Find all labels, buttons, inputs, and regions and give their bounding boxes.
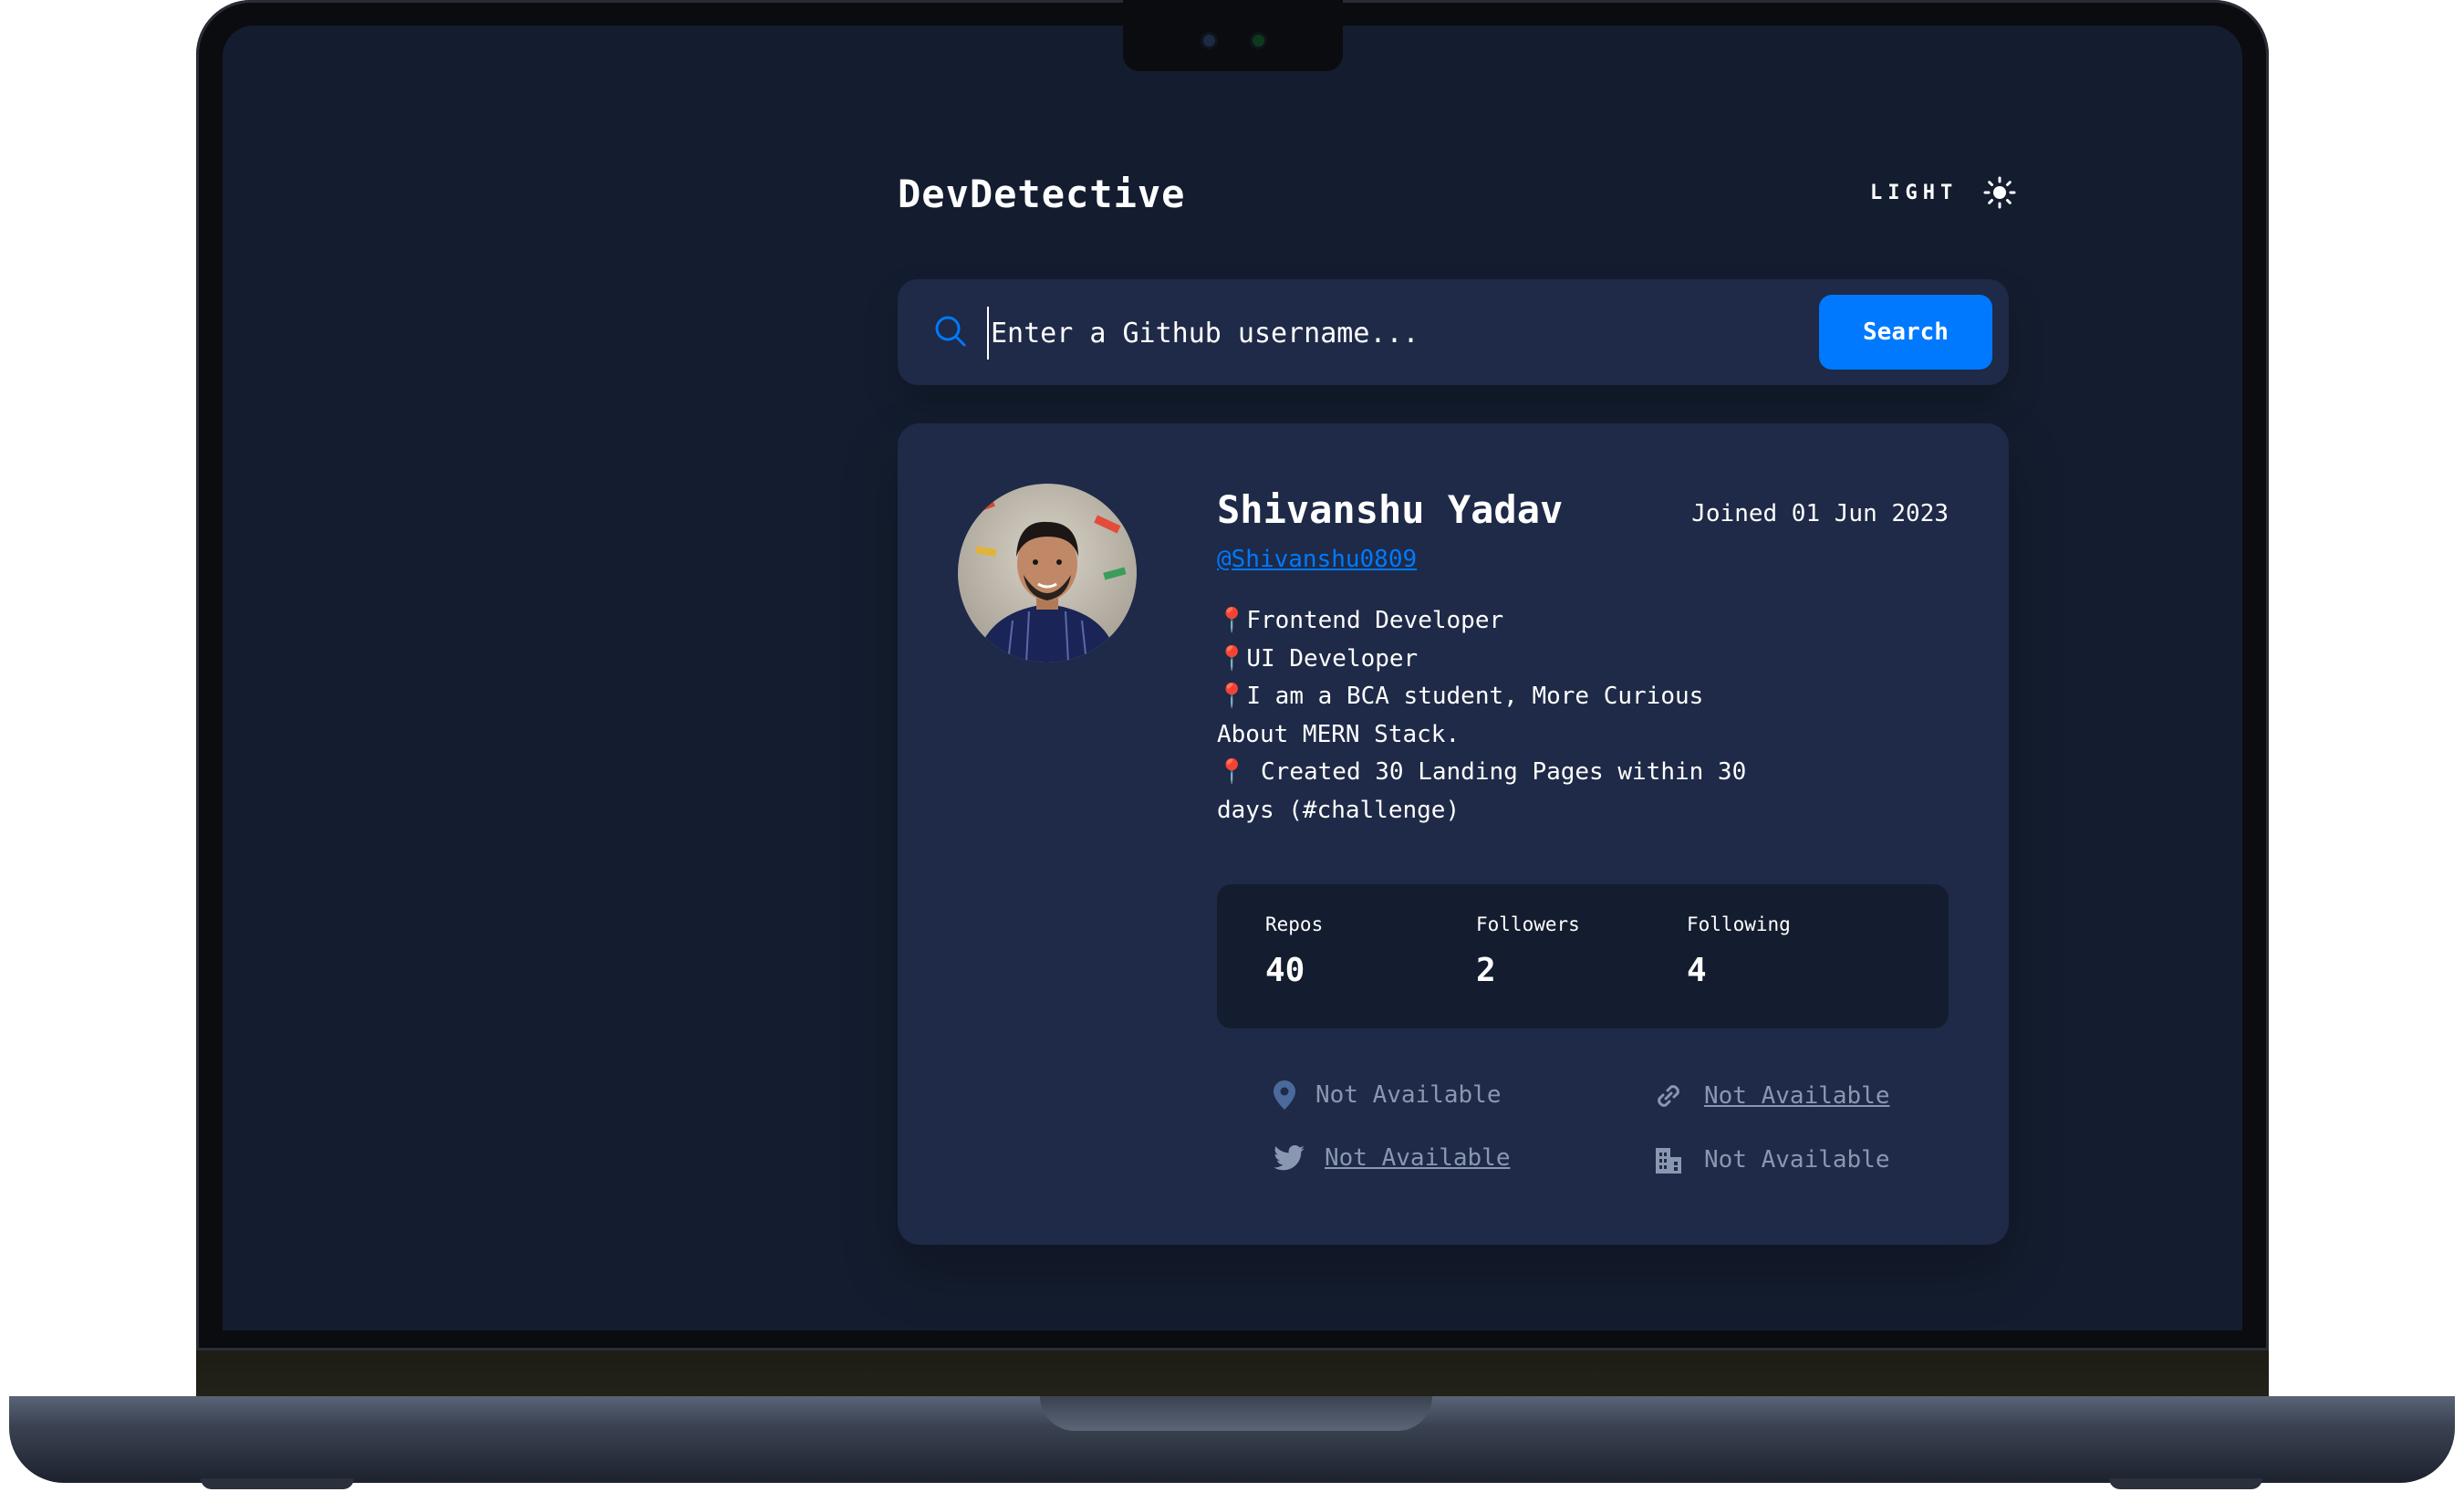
stat-label: Followers bbox=[1476, 913, 1580, 935]
twitter-icon bbox=[1274, 1145, 1305, 1171]
app-title: DevDetective bbox=[898, 172, 1186, 216]
profile-card: Shivanshu Yadav Joined 01 Jun 2023 @Shiv… bbox=[898, 423, 2009, 1245]
company-item: Not Available bbox=[1653, 1144, 1890, 1175]
twitter-item: Not Available bbox=[1274, 1144, 1511, 1172]
joined-date: Joined 01 Jun 2023 bbox=[1691, 500, 1949, 527]
twitter-link[interactable]: Not Available bbox=[1325, 1144, 1511, 1172]
stats-panel: Repos 40 Followers 2 Following 4 bbox=[1217, 884, 1949, 1028]
user-name: Shivanshu Yadav bbox=[1217, 487, 1564, 532]
camera-indicator bbox=[1253, 35, 1264, 47]
search-input[interactable] bbox=[987, 307, 1722, 360]
stat-followers: Followers 2 bbox=[1476, 913, 1580, 989]
stat-repos: Repos 40 bbox=[1265, 913, 1323, 989]
theme-toggle[interactable]: LIGHT bbox=[1870, 176, 2016, 209]
company-text: Not Available bbox=[1704, 1146, 1890, 1174]
website-link[interactable]: Not Available bbox=[1704, 1082, 1890, 1110]
user-login-link[interactable]: @Shivanshu0809 bbox=[1217, 546, 1417, 573]
location-text: Not Available bbox=[1315, 1081, 1502, 1109]
stat-value: 40 bbox=[1265, 952, 1305, 989]
search-icon bbox=[935, 316, 966, 347]
website-item: Not Available bbox=[1653, 1080, 1890, 1111]
user-bio: 📍Frontend Developer 📍UI Developer 📍I am … bbox=[1217, 602, 1747, 829]
stat-label: Repos bbox=[1265, 913, 1324, 935]
location-pin-icon bbox=[1274, 1080, 1295, 1110]
avatar bbox=[958, 484, 1137, 663]
bio-line: 📍Frontend Developer bbox=[1217, 607, 1504, 634]
bio-line: About MERN Stack. bbox=[1217, 720, 1461, 748]
link-icon bbox=[1658, 1085, 1679, 1107]
stat-following: Following 4 bbox=[1687, 913, 1791, 989]
camera-notch bbox=[1123, 0, 1343, 71]
stat-label: Following bbox=[1687, 913, 1791, 935]
bio-line: 📍 Created 30 Landing Pages within 30 bbox=[1217, 758, 1747, 786]
camera-lens bbox=[1203, 35, 1215, 47]
screen: DevDetective LIGHT Search bbox=[223, 26, 2242, 1330]
sun-icon bbox=[1983, 176, 2016, 209]
stat-value: 4 bbox=[1687, 952, 1707, 989]
stat-value: 2 bbox=[1476, 952, 1496, 989]
bio-line: 📍UI Developer bbox=[1217, 644, 1419, 673]
laptop-foot bbox=[2109, 1478, 2262, 1489]
search-button[interactable]: Search bbox=[1819, 295, 1992, 370]
theme-label: LIGHT bbox=[1870, 181, 1959, 204]
bio-line: 📍I am a BCA student, More Curious bbox=[1217, 683, 1704, 710]
building-icon bbox=[1656, 1148, 1681, 1174]
bio-line: days (#challenge) bbox=[1217, 796, 1461, 824]
location-item: Not Available bbox=[1274, 1080, 1502, 1110]
laptop-foot bbox=[201, 1478, 354, 1489]
search-bar: Search bbox=[898, 279, 2009, 385]
laptop-base-notch bbox=[1040, 1396, 1432, 1431]
